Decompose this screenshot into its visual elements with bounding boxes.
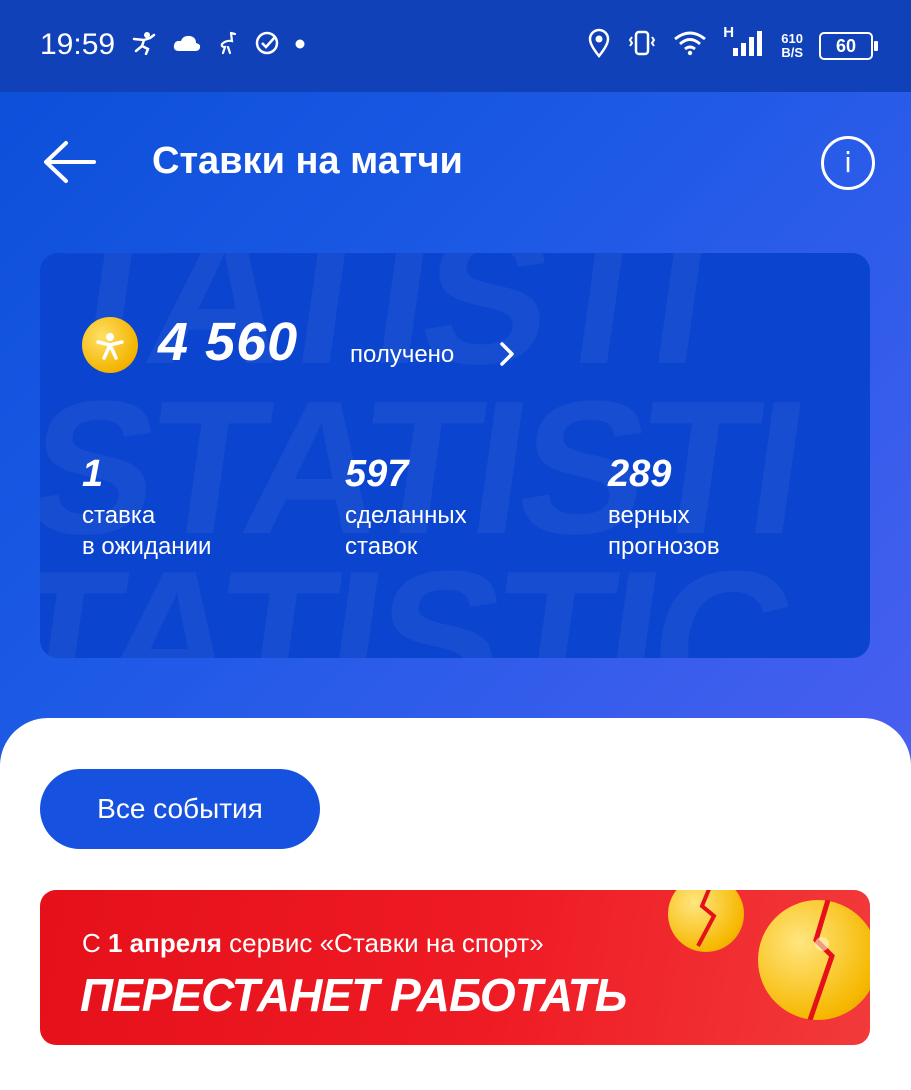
stat-bets-made: 597 сделанных ставок — [345, 453, 565, 562]
battery-indicator: 60 — [819, 31, 878, 60]
cloud-icon — [172, 33, 202, 58]
banner-date: 1 апреля — [108, 928, 222, 958]
banner-title: ПЕРЕСТАНЕТ РАБОТАТЬ — [80, 969, 627, 1021]
banner-subtitle: С 1 апреля сервис «Ставки на спорт» — [82, 928, 544, 959]
banner-prefix: С — [82, 928, 108, 958]
stat-correct-predictions: 289 верных прогнозов — [608, 453, 828, 562]
banner-suffix: сервис «Ставки на спорт» — [221, 928, 544, 958]
stat-label-line2: ставок — [345, 533, 418, 560]
all-events-button[interactable]: Все события — [40, 769, 320, 849]
coin-decoration-icon — [668, 890, 744, 952]
wifi-icon — [673, 30, 707, 61]
status-icons-left — [130, 30, 306, 61]
dot-icon — [294, 37, 306, 55]
chevron-right-icon[interactable] — [497, 339, 517, 377]
stat-value: 289 — [608, 453, 672, 495]
runner-icon — [130, 31, 158, 60]
stat-pending-bets: 1 ставка в ожидании — [82, 453, 302, 562]
stats-card: TATISTI STATISTI TATISTIC 4 560 получено 1… — [40, 253, 870, 658]
stat-label: верных прогнозов — [608, 500, 828, 562]
stat-label-line1: сделанных — [345, 502, 467, 529]
speed-value: 610 — [781, 30, 803, 46]
coins-received-link[interactable]: получено — [350, 341, 454, 369]
stat-label-line1: верных — [608, 502, 690, 529]
arrow-left-icon — [44, 141, 96, 183]
status-bar: 19:59 H 610 B/S 60 — [0, 0, 911, 92]
stat-label-line2: прогнозов — [608, 533, 720, 560]
coins-amount: 4 560 — [158, 312, 299, 372]
back-button[interactable] — [40, 135, 100, 190]
stat-label-line2: в ожидании — [82, 533, 212, 560]
stat-value: 1 — [82, 453, 104, 495]
check-circle-icon — [254, 30, 280, 61]
speed-unit: B/S — [781, 44, 803, 60]
network-speed: 610 B/S — [781, 30, 803, 60]
signal-icon: H — [723, 24, 765, 63]
info-icon: i — [844, 146, 852, 179]
location-icon — [587, 28, 611, 63]
stat-label-line1: ставка — [82, 502, 156, 529]
info-button[interactable]: i — [821, 136, 875, 190]
service-shutdown-banner[interactable]: С 1 апреля сервис «Ставки на спорт» ПЕРЕ… — [40, 890, 870, 1045]
ostrich-icon — [216, 31, 240, 60]
stat-label: ставка в ожидании — [82, 500, 302, 562]
stat-value: 597 — [345, 453, 409, 495]
vibrate-icon — [627, 29, 657, 62]
network-type: H — [723, 24, 735, 41]
status-icons-right: H 610 B/S 60 — [587, 24, 878, 63]
status-time: 19:59 — [40, 28, 116, 61]
coin-decoration-icon — [758, 899, 870, 1021]
page-title: Ставки на матчи — [152, 140, 463, 182]
coin-icon — [82, 317, 138, 373]
stat-label: сделанных ставок — [345, 500, 565, 562]
